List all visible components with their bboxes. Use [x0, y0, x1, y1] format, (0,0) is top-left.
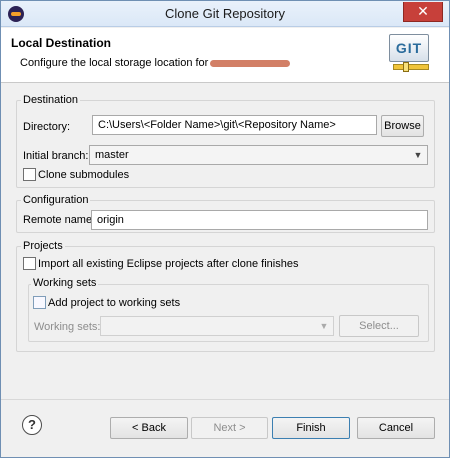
working-sets-group-label: Working sets	[31, 277, 99, 289]
import-projects-checkbox[interactable]	[23, 257, 36, 270]
git-logo-icon: GIT	[389, 34, 435, 78]
clone-git-repository-dialog: Clone Git Repository ✕ Local Destination…	[0, 0, 450, 458]
page-title: Local Destination	[11, 36, 112, 50]
projects-group-label: Projects	[21, 240, 65, 252]
browse-button[interactable]: Browse	[381, 115, 424, 137]
description-text: Configure the local storage location for	[20, 57, 209, 69]
redacted-repository-name	[210, 59, 291, 67]
import-projects-label: Import all existing Eclipse projects aft…	[38, 258, 299, 270]
working-sets-label: Working sets:	[34, 321, 101, 333]
window-title: Clone Git Repository	[165, 6, 285, 21]
git-logo-text: GIT	[389, 34, 429, 62]
finish-button[interactable]: Finish	[272, 417, 350, 439]
clone-submodules-checkbox[interactable]	[23, 168, 36, 181]
initial-branch-value: master	[95, 149, 129, 161]
git-logo-bar	[393, 64, 429, 70]
header-banner: Local Destination Configure the local st…	[1, 28, 449, 83]
git-logo-knob	[403, 62, 409, 72]
help-icon[interactable]: ?	[22, 415, 42, 435]
back-button[interactable]: < Back	[110, 417, 188, 439]
add-to-working-sets-checkbox[interactable]	[33, 296, 46, 309]
working-sets-select[interactable]: ▼	[100, 316, 334, 336]
configuration-group-label: Configuration	[21, 194, 91, 206]
cancel-button[interactable]: Cancel	[357, 417, 435, 439]
title-bar: Clone Git Repository ✕	[1, 1, 449, 27]
remote-name-input[interactable]: origin	[91, 210, 428, 230]
remote-name-label: Remote name:	[23, 214, 96, 226]
destination-group-label: Destination	[21, 94, 81, 106]
initial-branch-select[interactable]: master ▼	[89, 145, 428, 165]
directory-label: Directory:	[23, 121, 71, 133]
directory-input[interactable]: C:\Users\<Folder Name>\git\<Repository N…	[92, 115, 377, 135]
page-description: Configure the local storage location for	[20, 57, 291, 69]
select-working-sets-button[interactable]: Select...	[339, 315, 419, 337]
footer-divider	[1, 399, 449, 400]
close-button[interactable]: ✕	[403, 2, 443, 22]
next-button[interactable]: Next >	[191, 417, 268, 439]
clone-submodules-label: Clone submodules	[38, 169, 130, 181]
initial-branch-label: Initial branch:	[23, 150, 89, 162]
chevron-down-icon: ▼	[319, 321, 329, 331]
chevron-down-icon: ▼	[413, 150, 423, 160]
add-to-working-sets-label: Add project to working sets	[48, 297, 181, 309]
